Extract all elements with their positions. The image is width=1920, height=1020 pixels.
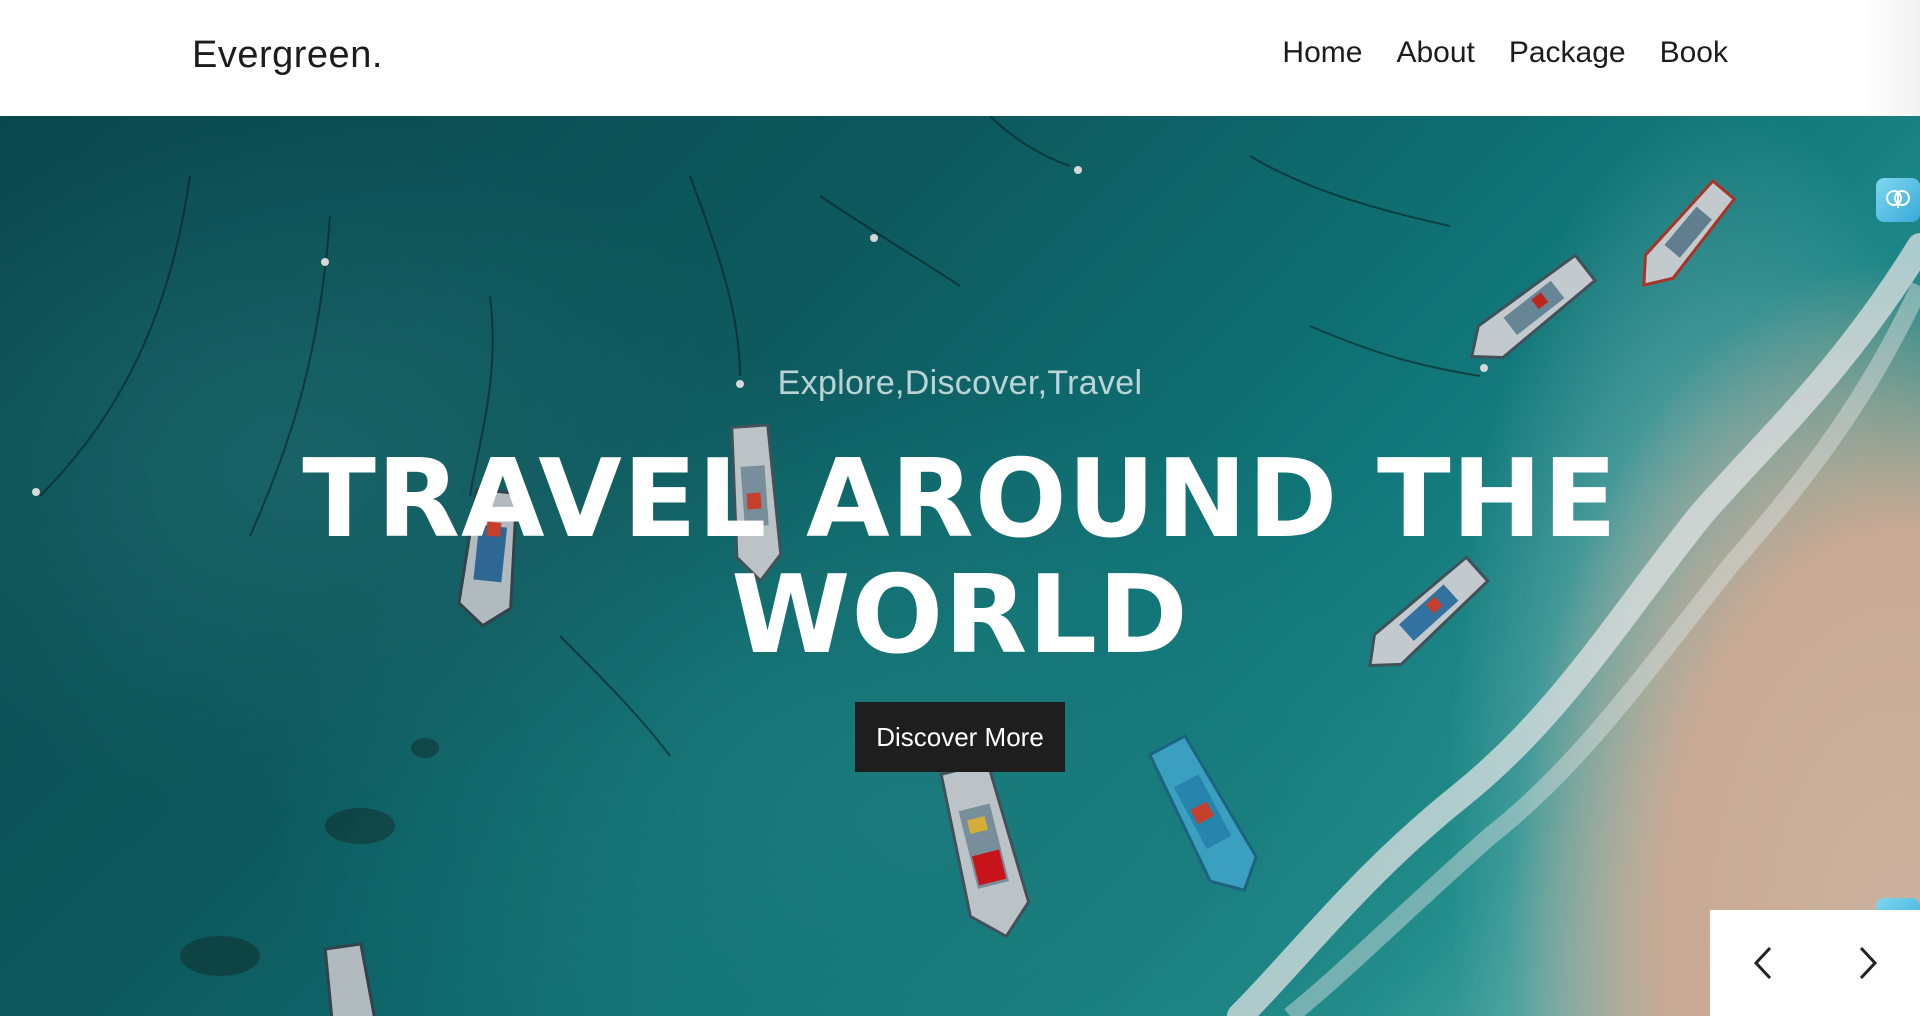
hero-subtitle: Explore,Discover,Travel: [777, 364, 1143, 402]
header-edge-fade: [1860, 0, 1920, 116]
nav-link-home[interactable]: Home: [1282, 36, 1362, 70]
slider-controls: [1710, 910, 1920, 1016]
nav-link-about[interactable]: About: [1396, 36, 1474, 70]
brain-icon[interactable]: [1876, 178, 1920, 222]
brand-logo[interactable]: Evergreen.: [192, 34, 383, 77]
hero-section: Explore,Discover,Travel TRAVEL AROUND TH…: [0, 116, 1920, 1016]
main-nav: Home About Package Book: [1282, 36, 1728, 70]
site-header: Evergreen. Home About Package Book: [0, 0, 1920, 116]
discover-more-button[interactable]: Discover More: [855, 702, 1065, 772]
chevron-right-icon[interactable]: [1838, 933, 1898, 993]
hero-headline-line2: WORLD: [731, 553, 1189, 678]
hero-headline: TRAVEL AROUND THE WORLD: [0, 442, 1920, 674]
nav-link-book[interactable]: Book: [1660, 36, 1728, 70]
nav-link-package[interactable]: Package: [1509, 36, 1626, 70]
chevron-left-icon[interactable]: [1733, 933, 1793, 993]
hero-content: Explore,Discover,Travel TRAVEL AROUND TH…: [0, 116, 1920, 1016]
hero-headline-line1: TRAVEL AROUND THE: [302, 437, 1618, 562]
